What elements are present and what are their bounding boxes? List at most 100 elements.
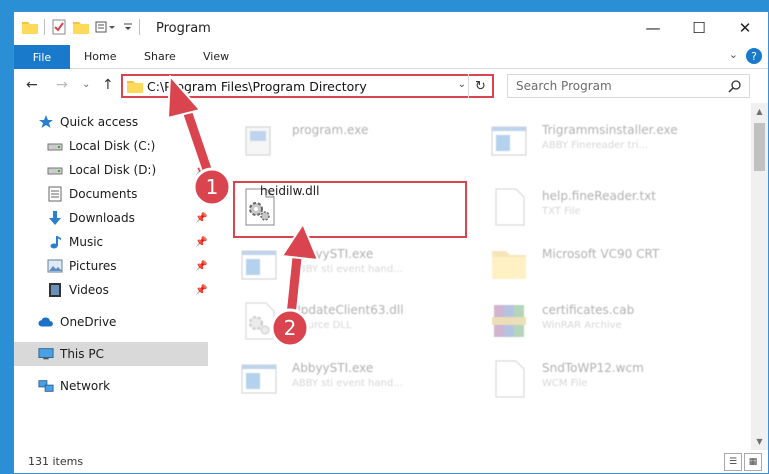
tab-share[interactable]: Share — [144, 50, 176, 63]
title-bar: Program — ☐ ✕ — [14, 12, 768, 45]
window-title: Program — [156, 21, 211, 36]
file-name: SndToWP12.wcm — [542, 361, 644, 375]
recent-locations-button[interactable]: ⌄ — [82, 79, 90, 90]
file-item[interactable]: UpdateClient63.dll ...ource DLL — [208, 293, 448, 349]
sidebar-item-pictures[interactable]: Pictures 📌 — [14, 254, 208, 278]
navigation-bar: ← → ⌄ ↑ C:\Program Files\Program Directo… — [14, 69, 768, 103]
sidebar-item-onedrive[interactable]: OneDrive — [14, 310, 208, 334]
file-item[interactable]: AbbyySTI.exe ABBY sti event hand... — [208, 351, 448, 407]
file-item[interactable]: Trigrammsinstaller.exe ABBY Finereader t… — [458, 113, 698, 169]
scroll-up-arrow[interactable]: ▲ — [751, 103, 768, 120]
sidebar-item-this-pc[interactable]: This PC — [14, 342, 208, 366]
chevron-down-icon[interactable] — [123, 20, 133, 34]
window-controls: — ☐ ✕ — [630, 12, 768, 44]
properties-icon[interactable] — [51, 19, 67, 35]
pin-icon: 📌 — [195, 236, 208, 248]
pin-icon: 📌 — [195, 164, 208, 176]
window-icon — [491, 126, 527, 156]
gear-file-icon — [245, 302, 275, 340]
maximize-button[interactable]: ☐ — [676, 12, 722, 44]
sidebar-item-quick-access[interactable]: Quick access — [14, 110, 208, 134]
sidebar-item-local-disk-d[interactable]: Local Disk (D:) 📌 — [14, 158, 208, 182]
sidebar-item-label: Documents — [69, 187, 138, 201]
search-icon[interactable] — [728, 79, 742, 93]
file-name: UpdateClient63.dll — [292, 303, 404, 317]
file-item[interactable]: program.exe — [208, 113, 448, 169]
sidebar-item-network[interactable]: Network — [14, 374, 208, 398]
sidebar-item-label: Pictures — [69, 259, 117, 273]
sidebar-item-downloads[interactable]: Downloads 📌 — [14, 206, 208, 230]
customize-toolbar-icon[interactable] — [95, 20, 117, 34]
address-bar[interactable]: C:\Program Files\Program Directory ⌄ ↻ — [121, 74, 494, 98]
drive-icon — [47, 162, 63, 178]
pin-icon: 📌 — [195, 212, 208, 224]
file-type: TXT File — [542, 206, 581, 217]
documents-icon — [47, 186, 63, 202]
sidebar-item-label: Quick access — [60, 115, 139, 129]
view-buttons: ☰ ▦ — [724, 453, 762, 471]
download-icon — [47, 210, 63, 226]
details-view-icon[interactable]: ☰ — [724, 453, 742, 471]
videos-icon — [47, 282, 63, 298]
file-item[interactable]: help.fineReader.txt TXT File — [458, 179, 698, 235]
tab-view[interactable]: View — [203, 50, 229, 63]
item-count: 131 items — [28, 455, 84, 468]
vertical-scrollbar[interactable]: ▲ ▼ — [751, 103, 768, 450]
music-icon — [47, 234, 63, 250]
help-button[interactable]: ? — [746, 48, 762, 64]
file-list: program.exe Trigrammsinstaller.exe ABBY … — [208, 103, 751, 450]
search-box[interactable]: Search Program — [507, 74, 750, 98]
folder-icon — [127, 81, 143, 93]
sidebar-item-documents[interactable]: Documents 📌 — [14, 182, 208, 206]
file-type: ...ource DLL — [292, 320, 352, 331]
sidebar-item-label: This PC — [60, 347, 104, 361]
exe-icon — [245, 126, 271, 156]
file-type: WinRAR Archive — [542, 320, 622, 331]
toolbar-separator — [44, 19, 45, 35]
tab-home[interactable]: Home — [84, 50, 116, 63]
scroll-down-arrow[interactable]: ▼ — [751, 433, 768, 450]
pictures-icon — [47, 258, 63, 274]
close-button[interactable]: ✕ — [722, 12, 768, 44]
large-icons-view-icon[interactable]: ▦ — [744, 453, 762, 471]
sidebar-item-local-disk-c[interactable]: Local Disk (C:) — [14, 134, 208, 158]
archive-icon — [492, 305, 526, 337]
file-item[interactable]: certificates.cab WinRAR Archive — [458, 293, 698, 349]
file-item[interactable]: Microsoft VC90 CRT — [458, 237, 698, 293]
file-item[interactable]: AbbyySTI.exe ABBY sti event hand... — [208, 237, 448, 293]
refresh-button[interactable]: ↻ — [468, 74, 492, 98]
sidebar-item-label: Local Disk (D:) — [69, 163, 157, 177]
file-type: WCM File — [542, 378, 588, 389]
search-input[interactable]: Search Program — [516, 79, 612, 93]
file-name: AbbyySTI.exe — [292, 361, 374, 375]
cloud-icon — [38, 314, 54, 330]
file-name: Microsoft VC90 CRT — [542, 247, 660, 261]
star-icon — [38, 114, 54, 130]
sidebar-item-label: Music — [69, 235, 104, 249]
toolbar-separator — [139, 19, 140, 35]
window-icon — [241, 364, 277, 394]
new-folder-icon[interactable] — [73, 20, 89, 34]
blank-file-icon — [495, 360, 525, 398]
file-item[interactable]: SndToWP12.wcm WCM File — [458, 351, 698, 407]
folder-icon — [492, 251, 526, 279]
sidebar-item-label: OneDrive — [60, 315, 117, 329]
scrollbar-thumb[interactable] — [754, 123, 765, 171]
pin-icon: 📌 — [195, 260, 208, 272]
computer-icon — [38, 346, 54, 362]
address-path[interactable]: C:\Program Files\Program Directory — [147, 79, 367, 94]
ribbon-expand-icon[interactable]: ⌄ — [729, 48, 738, 61]
file-name: Trigrammsinstaller.exe — [542, 123, 678, 137]
address-dropdown-button[interactable]: ⌄ — [458, 79, 466, 90]
sidebar-item-videos[interactable]: Videos 📌 — [14, 278, 208, 302]
up-button[interactable]: ↑ — [102, 77, 114, 93]
status-bar: 131 items ☰ ▦ — [14, 450, 768, 473]
minimize-button[interactable]: — — [630, 12, 676, 44]
back-button[interactable]: ← — [26, 77, 38, 93]
sidebar-item-label: Downloads — [69, 211, 135, 225]
explorer-window: Program — ☐ ✕ File Home Share View ⌄ ? ←… — [13, 11, 769, 474]
forward-button[interactable]: → — [56, 77, 68, 93]
tab-file[interactable]: File — [14, 45, 70, 69]
sidebar-item-music[interactable]: Music 📌 — [14, 230, 208, 254]
blank-file-icon — [495, 188, 525, 226]
